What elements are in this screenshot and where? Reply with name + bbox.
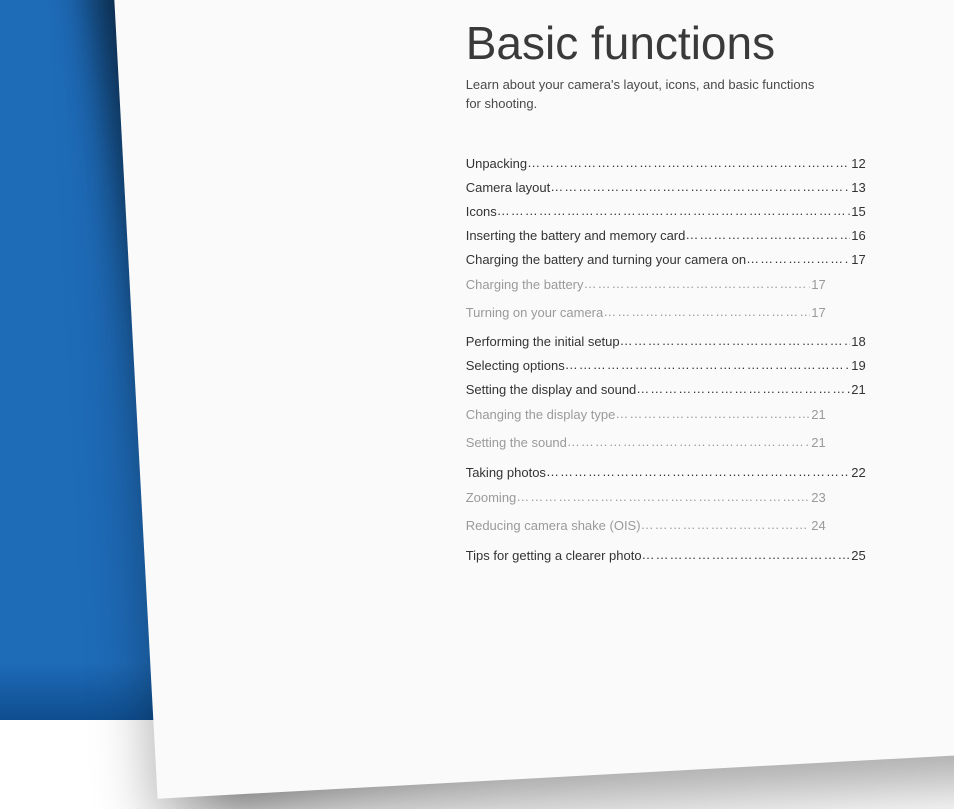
toc-page-number: 22 <box>849 465 865 480</box>
toc-entry[interactable]: Camera layout 13 <box>466 180 866 195</box>
toc-page-number: 17 <box>809 276 825 295</box>
toc-leader <box>550 179 849 194</box>
table-of-contents: Unpacking 12 Camera layout 13 Icons 15 Inserti… <box>466 156 866 563</box>
toc-label: Unpacking <box>466 156 527 171</box>
toc-page-number: 23 <box>809 489 825 508</box>
toc-entry[interactable]: Reducing camera shake (OIS) 24 <box>466 517 826 536</box>
toc-entry[interactable]: Tips for getting a clearer photo 25 <box>466 548 866 563</box>
toc-label: Charging the battery and turning your ca… <box>466 252 746 267</box>
toc-label: Charging the battery <box>466 276 584 295</box>
toc-entry[interactable]: Performing the initial setup 18 <box>466 334 866 349</box>
toc-leader <box>685 227 849 242</box>
toc-label: Setting the sound <box>466 434 567 453</box>
toc-leader <box>636 381 849 396</box>
toc-leader <box>746 251 849 266</box>
toc-leader <box>603 302 809 321</box>
toc-label: Icons <box>466 204 497 219</box>
page-subtitle: Learn about your camera's layout, icons,… <box>466 76 826 114</box>
toc-leader <box>620 333 850 348</box>
toc-label: Selecting options <box>466 358 565 373</box>
toc-page-number: 12 <box>849 156 865 171</box>
toc-leader <box>497 203 849 218</box>
toc-label: Inserting the battery and memory card <box>466 228 686 243</box>
toc-entry[interactable]: Icons 15 <box>466 204 866 219</box>
toc-leader <box>565 357 850 372</box>
toc-label: Tips for getting a clearer photo <box>466 548 642 563</box>
toc-entry[interactable]: Charging the battery 17 <box>466 276 826 295</box>
toc-leader <box>642 547 850 562</box>
toc-label: Zooming <box>466 489 517 508</box>
toc-label: Reducing camera shake (OIS) <box>466 517 641 536</box>
toc-page-number: 16 <box>849 228 865 243</box>
toc-entry[interactable]: Changing the display type 21 <box>466 406 826 425</box>
toc-entry[interactable]: Unpacking 12 <box>466 156 866 171</box>
toc-leader <box>584 275 810 294</box>
toc-page-number: 21 <box>809 406 825 425</box>
toc-leader <box>567 433 809 452</box>
toc-page-number: 21 <box>809 434 825 453</box>
toc-page-number: 19 <box>849 358 865 373</box>
toc-entry[interactable]: Taking photos 22 <box>466 465 866 480</box>
toc-leader <box>527 155 849 170</box>
toc-page-number: 13 <box>849 180 865 195</box>
toc-page-number: 15 <box>849 204 865 219</box>
toc-entry[interactable]: Zooming 23 <box>466 489 826 508</box>
toc-label: Camera layout <box>466 180 551 195</box>
toc-page-number: 17 <box>849 252 865 267</box>
toc-page-number: 24 <box>809 517 825 536</box>
toc-label: Changing the display type <box>466 406 616 425</box>
toc-entry[interactable]: Selecting options 19 <box>466 358 866 373</box>
toc-entry[interactable]: Turning on your camera 17 <box>466 303 826 322</box>
toc-entry[interactable]: Inserting the battery and memory card 16 <box>466 228 866 243</box>
toc-page-number: 21 <box>849 382 865 397</box>
page-title: Basic functions <box>466 16 866 70</box>
toc-entry[interactable]: Charging the battery and turning your ca… <box>466 252 866 267</box>
page-content: Basic functions Learn about your camera'… <box>466 16 866 572</box>
toc-entry[interactable]: Setting the sound 21 <box>466 434 826 453</box>
toc-label: Turning on your camera <box>466 303 604 322</box>
toc-page-number: 25 <box>849 548 865 563</box>
toc-page-number: 17 <box>809 303 825 322</box>
toc-label: Performing the initial setup <box>466 334 620 349</box>
toc-entry[interactable]: Setting the display and sound 21 <box>466 382 866 397</box>
toc-leader <box>546 464 849 479</box>
toc-leader <box>615 405 809 424</box>
toc-label: Taking photos <box>466 465 546 480</box>
toc-leader <box>516 488 809 507</box>
toc-leader <box>641 516 810 535</box>
document-page: Basic functions Learn about your camera'… <box>110 0 954 799</box>
toc-label: Setting the display and sound <box>466 382 637 397</box>
toc-page-number: 18 <box>849 334 865 349</box>
